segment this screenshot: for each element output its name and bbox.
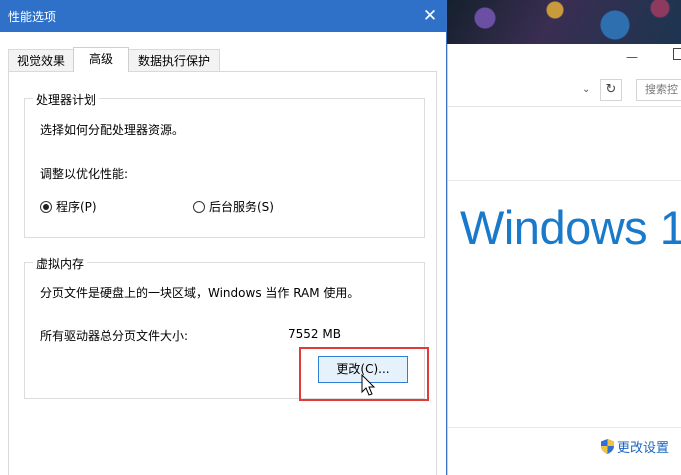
divider [448,427,681,428]
refresh-icon[interactable]: ↻ [600,79,622,101]
desktop-wallpaper [445,0,681,44]
dialog-titlebar: 性能选项 ✕ [0,0,446,32]
mouse-cursor-icon [361,374,376,396]
radio-programs[interactable]: 程序(P) [40,198,97,215]
adjust-label: 调整以优化性能: [40,167,129,181]
tab-advanced[interactable]: 高级 [73,47,129,72]
tab-visual-effects[interactable]: 视觉效果 [8,49,74,71]
radio-programs-label: 程序(P) [56,200,97,214]
processor-scheduling-legend: 处理器计划 [33,91,100,108]
radio-unselected-icon [193,200,205,213]
paging-file-total-value: 7552 MB [288,327,341,341]
virtual-memory-description: 分页文件是硬盘上的一块区域，Windows 当作 RAM 使用。 [40,286,360,300]
close-icon[interactable]: ✕ [418,4,442,28]
radio-background-services[interactable]: 后台服务(S) [193,198,274,215]
change-settings-link[interactable]: 更改设置 [601,437,669,456]
search-input[interactable]: 搜索控 [636,79,681,101]
dialog-title: 性能选项 [8,10,57,24]
virtual-memory-legend: 虚拟内存 [33,255,88,272]
processor-description: 选择如何分配处理器资源。 [40,123,185,137]
shield-icon [601,439,614,454]
maximize-icon[interactable] [673,48,681,60]
minimize-icon[interactable]: — [626,50,638,64]
change-settings-label: 更改设置 [617,441,670,456]
divider [448,180,681,181]
background-titlebar: — [448,44,681,76]
windows-logo-text: Windows 1 [460,201,681,254]
paging-file-total-label: 所有驱动器总分页文件大小: [40,329,189,343]
tab-data-execution-prevention[interactable]: 数据执行保护 [128,49,220,71]
radio-selected-icon [40,200,52,213]
background-window: — ⌄ ↻ 搜索控 Windows 1 更改设置 [447,44,681,475]
address-bar: ⌄ ↻ 搜索控 [448,76,681,107]
performance-options-dialog: 性能选项 ✕ 视觉效果 高级 数据执行保护 处理器计划 选择如何分配处理器资源。… [0,0,447,475]
radio-background-services-label: 后台服务(S) [209,200,274,214]
chevron-down-icon[interactable]: ⌄ [582,84,590,95]
